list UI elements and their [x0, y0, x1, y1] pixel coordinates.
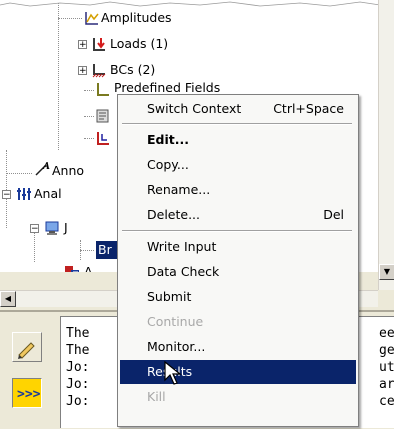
menu-item-kill[interactable]: Kill: [120, 385, 356, 409]
menu-item-shortcut: Ctrl+Space: [273, 101, 344, 116]
message-line-tail: ge: [379, 343, 394, 358]
menu-item-write-input[interactable]: Write Input: [120, 235, 356, 259]
menu-item-label: Switch Context: [147, 101, 242, 116]
message-line: Jo:: [66, 360, 90, 375]
expand-icon[interactable]: +: [78, 66, 87, 76]
tree-item-label: Anno: [52, 163, 85, 178]
message-line-tail: ee: [379, 326, 394, 341]
tree-item-label: Br: [96, 241, 118, 259]
analysis-icon: [17, 188, 31, 200]
tree-item-amplitudes[interactable]: Amplitudes: [0, 8, 378, 28]
menu-separator: [122, 123, 352, 125]
context-menu: Switch Context Ctrl+Space Edit... Copy..…: [117, 94, 359, 427]
tree-item-label: Amplitudes: [101, 10, 172, 25]
prompt-icon: >>>: [17, 387, 41, 402]
tree-item-label: J: [64, 220, 68, 235]
vertical-scrollbar[interactable]: ▼: [378, 0, 394, 290]
pencil-icon: [18, 342, 35, 359]
tree-item-analysis[interactable]: − Anal: [0, 184, 116, 204]
remeshing-icon: [96, 109, 109, 123]
menu-item-results[interactable]: Results: [120, 360, 356, 384]
menu-item-delete[interactable]: Delete... Del: [120, 203, 356, 227]
command-line-button[interactable]: >>>: [12, 378, 42, 408]
menu-item-shortcut: Del: [323, 207, 344, 222]
menu-item-label: Write Input: [147, 239, 217, 254]
tree-item-annotations[interactable]: A Anno: [0, 161, 116, 181]
mouse-cursor-icon: [164, 361, 182, 385]
menu-item-label: Delete...: [147, 207, 200, 222]
tree-item-label: BCs (2): [110, 62, 156, 77]
menu-item-label: Rename...: [147, 182, 211, 197]
message-line-tail: ut: [379, 360, 394, 375]
loads-icon: [93, 38, 105, 51]
bcs-icon: [92, 64, 106, 78]
svg-text:>>>: >>>: [17, 387, 41, 402]
tree-item-label: Loads (1): [110, 36, 169, 51]
tree-item-jobs[interactable]: − J: [0, 218, 116, 238]
tree-item-loads[interactable]: + Loads (1): [0, 34, 378, 54]
menu-item-switch-context[interactable]: Switch Context Ctrl+Space: [120, 97, 356, 121]
menu-item-label: Monitor...: [147, 339, 206, 354]
message-line: The: [66, 326, 90, 341]
scroll-left-button[interactable]: ◀: [0, 291, 16, 307]
message-line: Jo:: [66, 394, 90, 409]
tree-item-bcs[interactable]: + BCs (2): [0, 60, 378, 80]
annotations-icon: A: [35, 162, 50, 176]
menu-separator: [122, 230, 352, 232]
amplitudes-icon: [85, 12, 99, 25]
torn-edge: [0, 0, 394, 7]
sketches-icon: [97, 132, 109, 145]
predefined-fields-icon: [97, 83, 109, 96]
tree-item-job-selected[interactable]: Br: [0, 240, 118, 260]
message-line-tail: ce: [379, 394, 394, 409]
jobs-icon: [45, 221, 59, 235]
menu-item-label: Copy...: [147, 157, 189, 172]
scroll-down-button[interactable]: ▼: [379, 264, 394, 280]
menu-item-label: Data Check: [147, 264, 220, 279]
menu-item-label: Edit...: [147, 132, 189, 147]
tree-item-sketches[interactable]: [0, 128, 116, 148]
menu-item-rename[interactable]: Rename...: [120, 178, 356, 202]
menu-item-label: Submit: [147, 289, 192, 304]
tree-item-remeshing[interactable]: [0, 106, 116, 126]
menu-item-copy[interactable]: Copy...: [120, 153, 356, 177]
message-line: The: [66, 343, 90, 358]
menu-item-label: Kill: [147, 389, 166, 404]
message-line-tail: ar: [379, 377, 394, 392]
svg-text:A: A: [42, 162, 50, 172]
menu-item-data-check[interactable]: Data Check: [120, 260, 356, 284]
menu-item-edit[interactable]: Edit...: [120, 128, 356, 152]
message-line: Jo:: [66, 377, 90, 392]
tree-item-label: A: [84, 264, 93, 272]
expand-icon[interactable]: +: [78, 40, 87, 50]
adaptivity-icon: [65, 266, 79, 272]
menu-item-label: Continue: [147, 314, 204, 329]
tree-item-label: Anal: [34, 186, 62, 201]
tree-item-adaptivity[interactable]: A: [0, 262, 116, 272]
collapse-icon[interactable]: −: [30, 224, 39, 234]
menu-item-continue[interactable]: Continue: [120, 310, 356, 334]
menu-item-monitor[interactable]: Monitor...: [120, 335, 356, 359]
message-area-button[interactable]: [12, 332, 42, 362]
collapse-icon[interactable]: −: [2, 190, 11, 200]
menu-item-submit[interactable]: Submit: [120, 285, 356, 309]
